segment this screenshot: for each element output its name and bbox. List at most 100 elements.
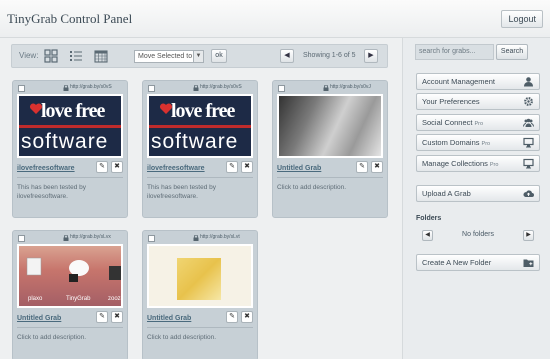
- grab-title[interactable]: Untitled Grab: [277, 165, 321, 172]
- grab-title[interactable]: ilovefreesoftware: [17, 165, 75, 172]
- delete-x-icon[interactable]: ✖: [371, 161, 383, 173]
- right-arrow-icon[interactable]: ▶: [523, 230, 534, 241]
- grab-thumbnail[interactable]: plaxo TinyGrab zoozoo: [17, 244, 123, 308]
- edit-pencil-icon[interactable]: ✎: [226, 311, 238, 323]
- grab-url-link[interactable]: http://grab.by/sLvt: [200, 234, 240, 240]
- select-checkbox[interactable]: [18, 85, 25, 92]
- folder-add-icon: [523, 259, 534, 267]
- chevron-down-icon: ▼: [193, 51, 203, 62]
- toolbar: View: Move Selected to ▼ ok ◀ Showing 1-…: [11, 44, 388, 68]
- desktop-label: plaxo: [28, 296, 43, 302]
- edit-pencil-icon[interactable]: ✎: [356, 161, 368, 173]
- delete-x-icon[interactable]: ✖: [241, 311, 253, 323]
- lock-icon: [193, 85, 199, 91]
- edit-pencil-icon[interactable]: ✎: [96, 311, 108, 323]
- your-preferences-button[interactable]: Your Preferences: [416, 93, 540, 110]
- move-selected-dropdown[interactable]: Move Selected to ▼: [134, 50, 204, 63]
- edit-pencil-icon[interactable]: ✎: [96, 161, 108, 173]
- image-content: [177, 258, 221, 300]
- grab-description[interactable]: This has been tested by ilovefreesoftwar…: [147, 183, 253, 201]
- left-arrow-icon[interactable]: ◀: [422, 230, 433, 241]
- menu-label: Custom Domains: [422, 138, 480, 147]
- select-checkbox[interactable]: [148, 85, 155, 92]
- right-arrow-icon[interactable]: ▶: [364, 49, 378, 63]
- view-label: View:: [19, 51, 39, 60]
- create-folder-button[interactable]: Create A New Folder: [416, 254, 540, 271]
- grab-thumbnail[interactable]: love free software: [147, 94, 253, 158]
- divider: [17, 177, 123, 178]
- grab-url-link[interactable]: http://grab.by/s0vS: [70, 84, 112, 90]
- calendar-view-icon[interactable]: [94, 49, 108, 63]
- header: TinyGrab Control Panel Logout: [0, 0, 550, 38]
- pro-badge: Pro: [474, 121, 484, 127]
- gear-icon: [524, 97, 533, 106]
- desktop-label: TinyGrab: [66, 296, 91, 302]
- grab-card[interactable]: http://grab.by/s0vS love free software i…: [142, 80, 258, 218]
- grid-view-icon[interactable]: [44, 49, 58, 63]
- menu-label: Account Management: [422, 77, 495, 86]
- lock-icon: [63, 235, 69, 241]
- pro-badge: Pro: [481, 141, 491, 147]
- grab-card[interactable]: http://grab.by/sLvt Untitled Grab ✎ ✖ Cl…: [142, 230, 258, 359]
- grab-thumbnail[interactable]: [277, 94, 383, 158]
- divider: [147, 177, 253, 178]
- grab-card[interactable]: http://grab.by/s0vJ Untitled Grab ✎ ✖ Cl…: [272, 80, 388, 218]
- grab-title[interactable]: Untitled Grab: [17, 315, 61, 322]
- list-view-icon[interactable]: [69, 49, 83, 63]
- grab-thumbnail[interactable]: love free software: [17, 94, 123, 158]
- delete-x-icon[interactable]: ✖: [111, 311, 123, 323]
- grab-description[interactable]: Click to add description.: [147, 333, 253, 342]
- ok-button[interactable]: ok: [211, 49, 227, 63]
- menu-label: Manage Collections: [422, 159, 488, 168]
- move-selected-value: Move Selected to: [138, 53, 193, 60]
- select-checkbox[interactable]: [18, 235, 25, 242]
- divider: [147, 327, 253, 328]
- select-checkbox[interactable]: [148, 235, 155, 242]
- logo-divider: [149, 125, 251, 128]
- desktop-label: zoozoo: [108, 296, 121, 302]
- grab-card[interactable]: http://grab.by/s0vS love free software i…: [12, 80, 128, 218]
- sidebar: search for grabs... Search Account Manag…: [402, 38, 550, 359]
- logo-text-bottom: software: [21, 130, 109, 153]
- folders-heading: Folders: [416, 215, 442, 222]
- search-button[interactable]: Search: [496, 44, 528, 60]
- monitor-icon: [523, 137, 534, 148]
- delete-x-icon[interactable]: ✖: [111, 161, 123, 173]
- showing-count: Showing 1-6 of 5: [303, 52, 356, 59]
- divider: [17, 327, 123, 328]
- logo-text-top: love free: [41, 100, 105, 122]
- upload-grab-button[interactable]: Upload A Grab: [416, 185, 540, 202]
- select-checkbox[interactable]: [278, 85, 285, 92]
- grab-url-link[interactable]: http://grab.by/sLvx: [70, 234, 111, 240]
- pro-badge: Pro: [489, 162, 499, 168]
- menu-label: Create A New Folder: [422, 258, 492, 267]
- grab-description[interactable]: Click to add description.: [277, 183, 383, 192]
- cloud-upload-icon: [523, 190, 534, 197]
- social-connect-button[interactable]: Social Connect Pro: [416, 114, 540, 131]
- grab-thumbnail[interactable]: [147, 244, 253, 308]
- menu-label: Social Connect: [422, 118, 473, 127]
- search-input[interactable]: search for grabs...: [415, 44, 494, 60]
- logout-button[interactable]: Logout: [501, 10, 543, 28]
- logo-text-top: love free: [171, 100, 235, 122]
- grab-url-link[interactable]: http://grab.by/s0vJ: [330, 84, 371, 90]
- folders-pager: No folders ◀ ▶: [416, 229, 540, 243]
- grab-description[interactable]: Click to add description.: [17, 333, 123, 342]
- edit-pencil-icon[interactable]: ✎: [226, 161, 238, 173]
- account-management-button[interactable]: Account Management: [416, 73, 540, 90]
- people-icon: [523, 118, 534, 127]
- delete-x-icon[interactable]: ✖: [241, 161, 253, 173]
- grab-title[interactable]: ilovefreesoftware: [147, 165, 205, 172]
- custom-domains-button[interactable]: Custom Domains Pro: [416, 134, 540, 151]
- logo-text-bottom: software: [151, 130, 239, 153]
- grab-description[interactable]: This has been tested by ilovefreesoftwar…: [17, 183, 123, 201]
- monitor-icon: [523, 158, 534, 169]
- grab-url-link[interactable]: http://grab.by/s0vS: [200, 84, 242, 90]
- left-arrow-icon[interactable]: ◀: [280, 49, 294, 63]
- menu-label: Upload A Grab: [422, 189, 471, 198]
- grab-card[interactable]: http://grab.by/sLvx plaxo TinyGrab zoozo…: [12, 230, 128, 359]
- lock-icon: [323, 85, 329, 91]
- grab-title[interactable]: Untitled Grab: [147, 315, 191, 322]
- manage-collections-button[interactable]: Manage Collections Pro: [416, 155, 540, 172]
- no-folders-text: No folders: [462, 231, 494, 238]
